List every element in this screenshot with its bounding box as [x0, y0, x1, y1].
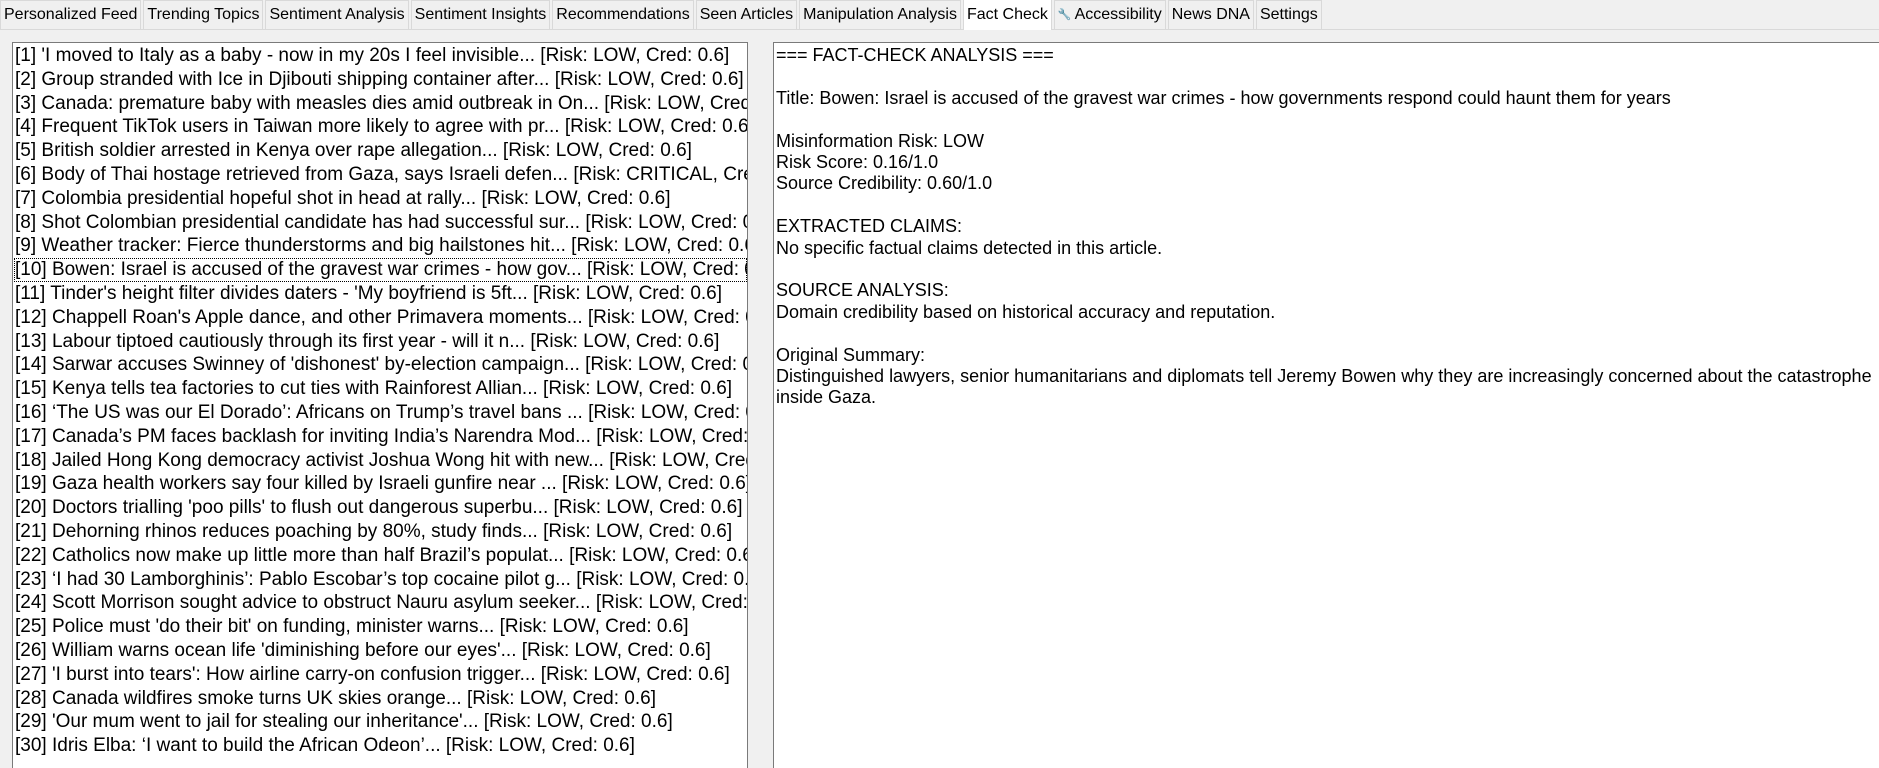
tab-settings[interactable]: Settings: [1255, 0, 1322, 29]
fact-check-line: Distinguished lawyers, senior humanitari…: [776, 366, 1877, 408]
tab-bar: Personalized Feed Trending Topics Sentimen…: [0, 0, 1879, 30]
article-list-item[interactable]: [24] Scott Morrison sought advice to obs…: [14, 591, 747, 615]
fact-check-line: EXTRACTED CLAIMS:: [776, 216, 963, 237]
tab-label: Personalized Feed: [4, 6, 138, 23]
article-list-item[interactable]: [21] Dehorning rhinos reduces poaching b…: [14, 520, 747, 544]
fact-check-line: No specific factual claims detected in t…: [776, 237, 1163, 258]
article-list-item[interactable]: [17] Canada’s PM faces backlash for invi…: [14, 425, 747, 449]
tab-sentiment-analysis[interactable]: Sentiment Analysis: [265, 0, 409, 29]
article-list-item[interactable]: [29] 'Our mum went to jail for stealing …: [14, 710, 747, 734]
article-list-item[interactable]: [30] Idris Elba: ‘I want to build the Af…: [14, 734, 747, 758]
article-list-item[interactable]: [4] Frequent TikTok users in Taiwan more…: [14, 115, 747, 139]
article-list-item[interactable]: [12] Chappell Roan's Apple dance, and ot…: [14, 306, 747, 330]
fact-check-line: Risk Score: 0.16/1.0: [776, 152, 939, 172]
article-list-item[interactable]: [18] Jailed Hong Kong democracy activist…: [14, 449, 747, 473]
tab-news-dna[interactable]: News DNA: [1167, 0, 1254, 29]
article-list-item[interactable]: [7] Colombia presidential hopeful shot i…: [14, 187, 747, 211]
fact-check-line: [776, 259, 1877, 280]
article-list-item[interactable]: [3] Canada: premature baby with measles …: [14, 92, 747, 116]
tab-seen-articles[interactable]: Seen Articles: [695, 0, 798, 29]
article-list-item[interactable]: [14] Sarwar accuses Swinney of 'dishones…: [14, 353, 747, 377]
tab-label: Sentiment Analysis: [269, 6, 405, 23]
article-list-item[interactable]: [5] British soldier arrested in Kenya ov…: [14, 139, 747, 163]
tab-label: Accessibility: [1074, 6, 1162, 23]
fact-check-line: Domain credibility based on historical a…: [776, 301, 1276, 322]
article-list-item[interactable]: [1] 'I moved to Italy as a baby - now in…: [14, 44, 747, 68]
article-list-panel[interactable]: [1] 'I moved to Italy as a baby - now in…: [12, 42, 748, 768]
tab-label: Seen Articles: [699, 6, 794, 23]
tab-personalized-feed[interactable]: Personalized Feed: [0, 0, 142, 29]
article-list-item[interactable]: [8] Shot Colombian presidential candidat…: [14, 211, 747, 235]
article-list-item[interactable]: [13] Labour tiptoed cautiously through i…: [14, 330, 747, 354]
tab-sentiment-insights[interactable]: Sentiment Insights: [410, 0, 551, 29]
fact-check-line: Original Summary:: [776, 344, 926, 365]
fact-check-line: [776, 323, 1877, 344]
fact-check-line: [776, 195, 1877, 216]
article-list-item[interactable]: [11] Tinder's height filter divides date…: [14, 282, 747, 306]
tab-trending-topics[interactable]: Trending Topics: [143, 0, 264, 29]
article-list-item[interactable]: [26] William warns ocean life 'diminishi…: [14, 639, 747, 663]
article-list-item[interactable]: [19] Gaza health workers say four killed…: [14, 472, 747, 496]
article-list-item[interactable]: [6] Body of Thai hostage retrieved from …: [14, 163, 747, 187]
tab-label: Fact Check: [966, 6, 1048, 23]
tab-label: News DNA: [1171, 6, 1250, 23]
fact-check-line: Misinformation Risk: LOW: [776, 130, 985, 151]
article-list-item[interactable]: [2] Group stranded with Ice in Djibouti …: [14, 68, 747, 92]
tab-fact-check[interactable]: Fact Check: [962, 0, 1052, 30]
tab-label: Sentiment Insights: [414, 6, 547, 23]
article-list-item[interactable]: [25] Police must 'do their bit' on fundi…: [14, 615, 747, 639]
fact-check-line: SOURCE ANALYSIS:: [776, 280, 949, 301]
article-list[interactable]: [1] 'I moved to Italy as a baby - now in…: [13, 43, 747, 758]
fact-check-line: [776, 66, 1877, 87]
tab-manipulation-analysis[interactable]: Manipulation Analysis: [799, 0, 961, 29]
article-list-item[interactable]: [23] ‘I had 30 Lamborghinis’: Pablo Esco…: [14, 568, 747, 592]
tab-label: Recommendations: [556, 6, 690, 23]
fact-check-text[interactable]: === FACT-CHECK ANALYSIS === Title: Bowen:…: [774, 43, 1879, 409]
tab-label: Manipulation Analysis: [803, 6, 957, 23]
tab-accessibility[interactable]: 🔧 Accessibility: [1053, 0, 1166, 29]
article-list-item[interactable]: [9] Weather tracker: Fierce thunderstorm…: [14, 234, 747, 258]
fact-check-line: === FACT-CHECK ANALYSIS ===: [776, 45, 1054, 65]
fact-check-panel[interactable]: === FACT-CHECK ANALYSIS === Title: Bowen:…: [773, 42, 1879, 768]
fact-check-line: Source Credibility: 0.60/1.0: [776, 173, 993, 194]
tab-label: Settings: [1259, 6, 1318, 23]
article-list-item[interactable]: [27] 'I burst into tears': How airline c…: [14, 663, 747, 687]
tab-label: Trending Topics: [147, 6, 260, 23]
article-list-item[interactable]: [15] Kenya tells tea factories to cut ti…: [14, 377, 747, 401]
article-list-item[interactable]: [22] Catholics now make up little more t…: [14, 544, 747, 568]
article-list-item[interactable]: [10] Bowen: Israel is accused of the gra…: [14, 258, 747, 282]
tab-recommendations[interactable]: Recommendations: [552, 0, 694, 29]
fact-check-line: Title: Bowen: Israel is accused of the g…: [776, 87, 1671, 108]
article-list-item[interactable]: [28] Canada wildfires smoke turns UK ski…: [14, 687, 747, 711]
article-list-item[interactable]: [20] Doctors trialling 'poo pills' to fl…: [14, 496, 747, 520]
article-list-item[interactable]: [16] ‘The US was our El Dorado’: African…: [14, 401, 747, 425]
wrench-icon: 🔧: [1057, 9, 1072, 21]
fact-check-line: [776, 109, 1877, 130]
